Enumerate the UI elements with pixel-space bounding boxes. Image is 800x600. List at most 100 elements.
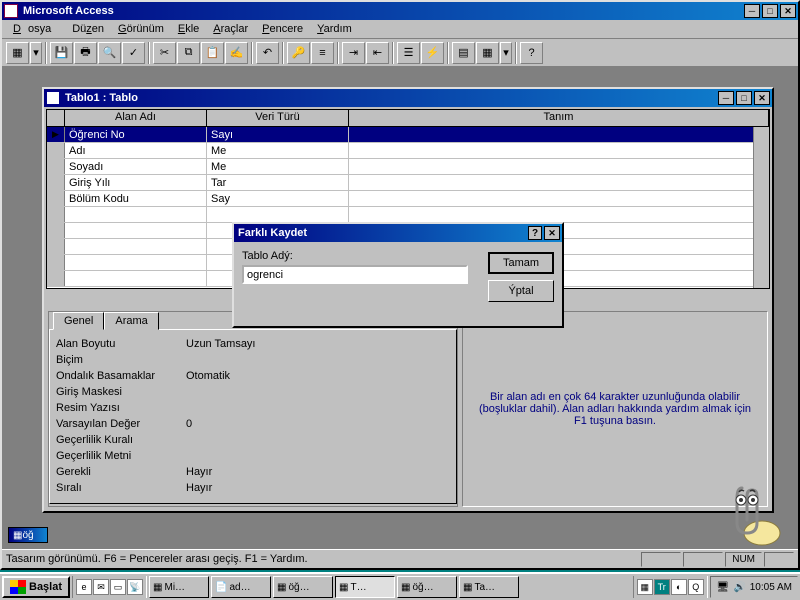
row-selector[interactable] (47, 191, 65, 206)
print-button[interactable]: 🖶 (74, 42, 97, 64)
format-button[interactable]: ✍ (225, 42, 248, 64)
ql-ie-icon[interactable]: e (76, 579, 92, 595)
lightning-button[interactable]: ⚡ (421, 42, 444, 64)
cell-field-name[interactable]: Giriş Yılı (65, 175, 207, 190)
cell-field-desc[interactable] (349, 143, 769, 158)
row-selector[interactable] (47, 143, 65, 158)
row-selector-header[interactable] (47, 110, 65, 126)
key-button[interactable]: 🔑 (287, 42, 310, 64)
maximize-button[interactable]: □ (762, 4, 778, 18)
menu-yardim[interactable]: Yardım (310, 21, 359, 37)
col-alan-adi[interactable]: Alan Adı (65, 110, 207, 126)
property-value[interactable] (186, 456, 450, 457)
new-object-button[interactable]: ▦ (476, 42, 499, 64)
delete-row-button[interactable]: ⇤ (366, 42, 389, 64)
cell-field-type[interactable]: Sayı (207, 127, 349, 142)
property-value[interactable] (186, 408, 450, 409)
property-value[interactable] (186, 360, 450, 361)
property-value[interactable]: Hayır (186, 466, 450, 479)
taskbar-button[interactable]: ▦öğ… (397, 576, 457, 598)
ql-icon-a[interactable]: ▦ (637, 579, 653, 595)
table-name-input[interactable] (242, 265, 468, 284)
cell-field-name[interactable]: Öğrenci No (65, 127, 207, 142)
db-window-button[interactable]: ▤ (452, 42, 475, 64)
tab-lookup[interactable]: Arama (104, 312, 158, 330)
property-row[interactable]: Resim Yazısı (56, 400, 450, 416)
property-row[interactable]: GerekliHayır (56, 464, 450, 480)
undo-button[interactable]: ↶ (256, 42, 279, 64)
child-close-button[interactable]: ✕ (754, 91, 770, 105)
child-minimize-button[interactable]: ─ (718, 91, 734, 105)
row-selector[interactable] (47, 175, 65, 190)
cell-field-desc[interactable] (349, 127, 769, 142)
col-veri-turu[interactable]: Veri Türü (207, 110, 349, 126)
view-dropdown[interactable]: ▾ (30, 42, 42, 64)
taskbar-button[interactable]: ▦T… (335, 576, 395, 598)
paste-button[interactable]: 📋 (201, 42, 224, 64)
copy-button[interactable]: ⧉ (177, 42, 200, 64)
ql-desktop-icon[interactable]: ▭ (110, 579, 126, 595)
property-row[interactable]: Varsayılan Değer0 (56, 416, 450, 432)
menu-dosya[interactable]: Dosya (6, 21, 65, 37)
preview-button[interactable]: 🔍 (98, 42, 121, 64)
property-row[interactable]: Giriş Maskesi (56, 384, 450, 400)
tab-general[interactable]: Genel (53, 312, 104, 330)
cell-field-type[interactable]: Me (207, 159, 349, 174)
table-row[interactable]: Bölüm KoduSay (47, 191, 769, 207)
table-row[interactable]: ▶Öğrenci NoSayı (47, 127, 769, 143)
cut-button[interactable]: ✂ (153, 42, 176, 64)
save-button[interactable]: 💾 (50, 42, 73, 64)
tray-clock[interactable]: 10:05 AM (750, 582, 792, 593)
property-value[interactable] (186, 440, 450, 441)
table-row[interactable]: AdıMe (47, 143, 769, 159)
tray-volume-icon[interactable]: 🔊 (733, 580, 747, 594)
cell-field-name[interactable]: Soyadı (65, 159, 207, 174)
child-maximize-button[interactable]: □ (736, 91, 752, 105)
taskbar-button[interactable]: ▦öğ… (273, 576, 333, 598)
property-value[interactable] (186, 392, 450, 393)
property-row[interactable]: Alan BoyutuUzun Tamsayı (56, 336, 450, 352)
tray-lang-indicator[interactable]: Tr (654, 579, 670, 595)
menu-duzen[interactable]: Düzen (65, 21, 111, 37)
property-value[interactable]: Hayır (186, 482, 450, 495)
ql-icon-b[interactable]: ◐ (671, 579, 687, 595)
grid-scrollbar[interactable] (753, 127, 769, 288)
cancel-button[interactable]: Ýptal (488, 280, 554, 302)
minimize-button[interactable]: ─ (744, 4, 760, 18)
menu-araclar[interactable]: Araçlar (206, 21, 255, 37)
ql-icon-c[interactable]: Q (688, 579, 704, 595)
property-row[interactable]: Ondalık BasamaklarOtomatik (56, 368, 450, 384)
row-selector[interactable]: ▶ (47, 127, 65, 142)
new-object-dropdown[interactable]: ▾ (500, 42, 512, 64)
ok-button[interactable]: Tamam (488, 252, 554, 274)
insert-row-button[interactable]: ⇥ (342, 42, 365, 64)
menu-pencere[interactable]: Pencere (255, 21, 310, 37)
menu-ekle[interactable]: Ekle (171, 21, 206, 37)
col-tanim[interactable]: Tanım (349, 110, 769, 126)
start-button[interactable]: Başlat (2, 576, 70, 598)
property-value[interactable]: Uzun Tamsayı (186, 338, 450, 351)
table-row-empty[interactable] (47, 207, 769, 223)
cell-field-name[interactable]: Bölüm Kodu (65, 191, 207, 206)
close-button[interactable]: ✕ (780, 4, 796, 18)
taskbar-button[interactable]: ▦Ta… (459, 576, 519, 598)
cell-field-desc[interactable] (349, 159, 769, 174)
spell-button[interactable]: ✓ (122, 42, 145, 64)
cell-field-desc[interactable] (349, 191, 769, 206)
ql-channels-icon[interactable]: 📡 (127, 579, 143, 595)
tray-display-icon[interactable]: 🖥 (716, 580, 730, 594)
property-row[interactable]: Geçerlilik Kuralı (56, 432, 450, 448)
dialog-help-button[interactable]: ? (528, 226, 542, 240)
cell-field-type[interactable]: Me (207, 143, 349, 158)
view-button[interactable]: ▦ (6, 42, 29, 64)
properties-button[interactable]: ☰ (397, 42, 420, 64)
menu-gorunum[interactable]: Görünüm (111, 21, 171, 37)
index-button[interactable]: ≡ (311, 42, 334, 64)
property-row[interactable]: Geçerlilik Metni (56, 448, 450, 464)
dialog-close-button[interactable]: ✕ (544, 226, 560, 240)
cell-field-name[interactable]: Adı (65, 143, 207, 158)
row-selector[interactable] (47, 159, 65, 174)
property-row[interactable]: SıralıHayır (56, 480, 450, 496)
table-row[interactable]: Giriş YılıTar (47, 175, 769, 191)
help-button[interactable]: ? (520, 42, 543, 64)
